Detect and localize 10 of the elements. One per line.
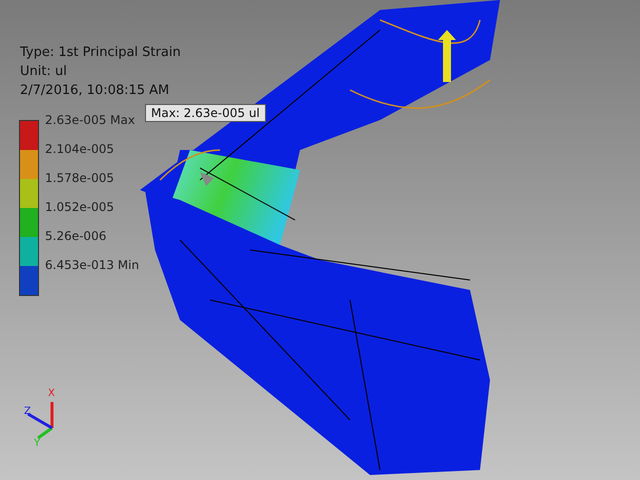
scale-value: 6.453e-013 Min [45, 257, 140, 274]
probe-label: Max: 2.63e-005 ul [145, 104, 266, 122]
scale-value: 2.63e-005 Max [45, 112, 136, 129]
scale-value: 1.578e-005 [45, 170, 115, 187]
unit-text: Unit: ul [20, 63, 68, 81]
scale-value: 1.052e-005 [45, 199, 115, 216]
timestamp-text: 2/7/2016, 10:08:15 AM [20, 82, 170, 100]
result-type-text: Type: 1st Principal Strain [20, 44, 181, 62]
scale-value: 5.26e-006 [45, 228, 108, 245]
scale-value: 2.104e-005 [45, 141, 115, 158]
